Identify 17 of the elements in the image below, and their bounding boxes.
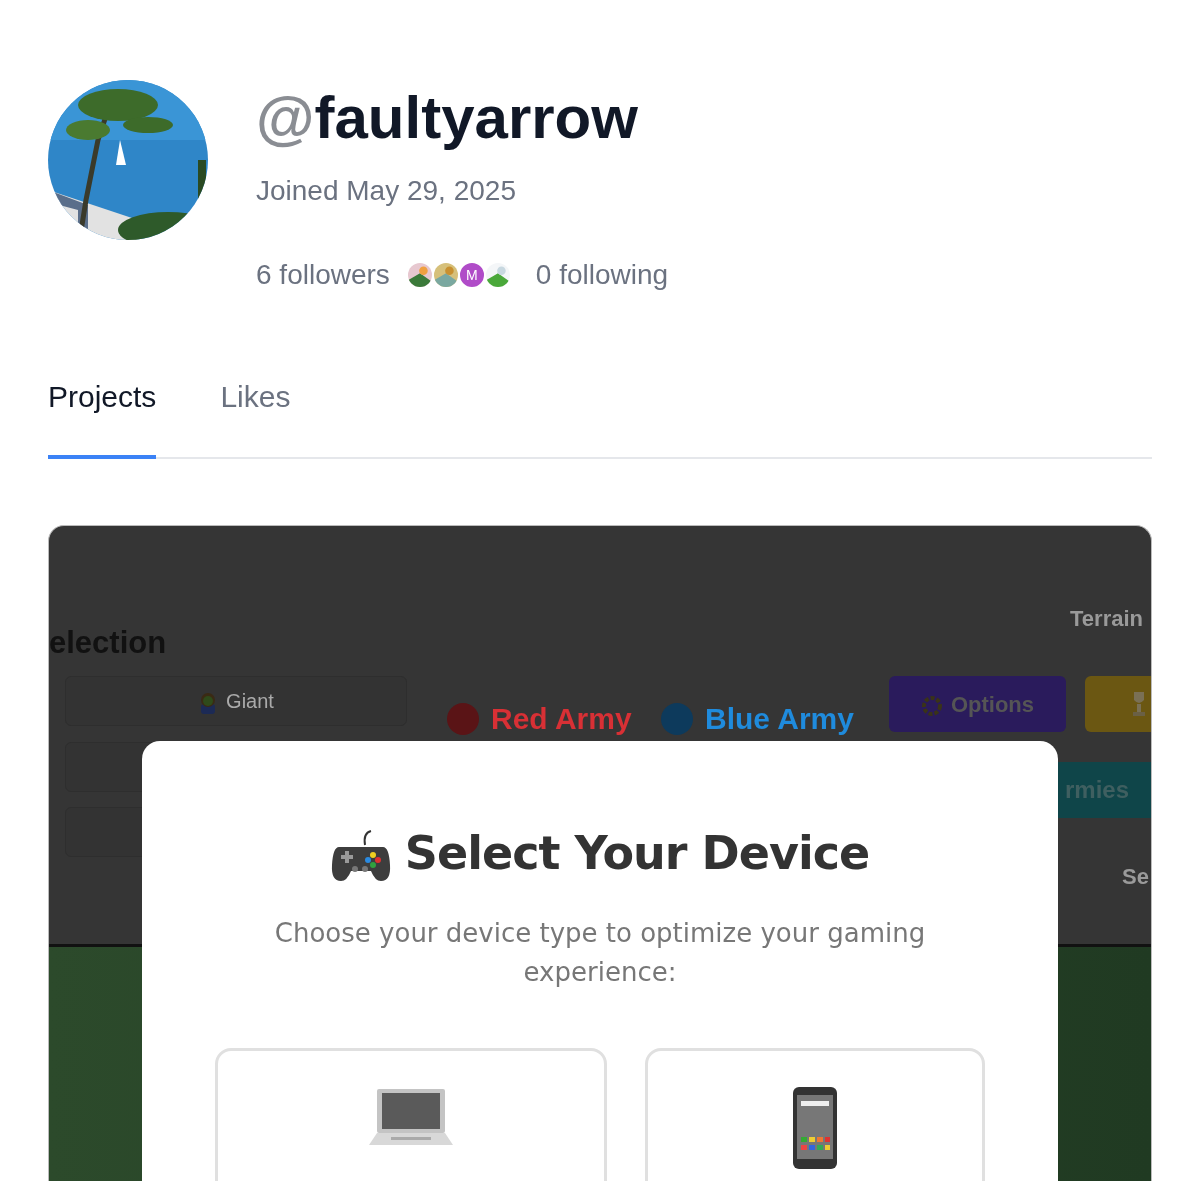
follower-avatar[interactable]: M: [457, 261, 486, 289]
team-label: Red Army: [491, 701, 632, 737]
following-link[interactable]: 0 following: [535, 254, 669, 296]
trophy-icon: [1131, 690, 1147, 718]
tab[interactable]: Projects: [48, 374, 157, 459]
side-text: Se: [1122, 863, 1149, 891]
team-label: Blue Army: [705, 701, 854, 737]
followers-link[interactable]: 6 followers: [256, 254, 390, 296]
dialog-title: Select Your Device: [404, 825, 870, 882]
tab[interactable]: Likes: [220, 374, 291, 459]
terrain-label: Terrain: [1070, 605, 1143, 633]
unit-button[interactable]: Giant: [65, 676, 407, 726]
join-date: Joined May 29, 2025: [256, 174, 517, 208]
dialog-subtitle: Choose your device type to optimize your gaming experience:: [273, 916, 927, 989]
username: @faultyarrow: [256, 88, 639, 148]
phone-icon: [793, 1086, 837, 1169]
laptop-icon: [369, 1086, 453, 1147]
